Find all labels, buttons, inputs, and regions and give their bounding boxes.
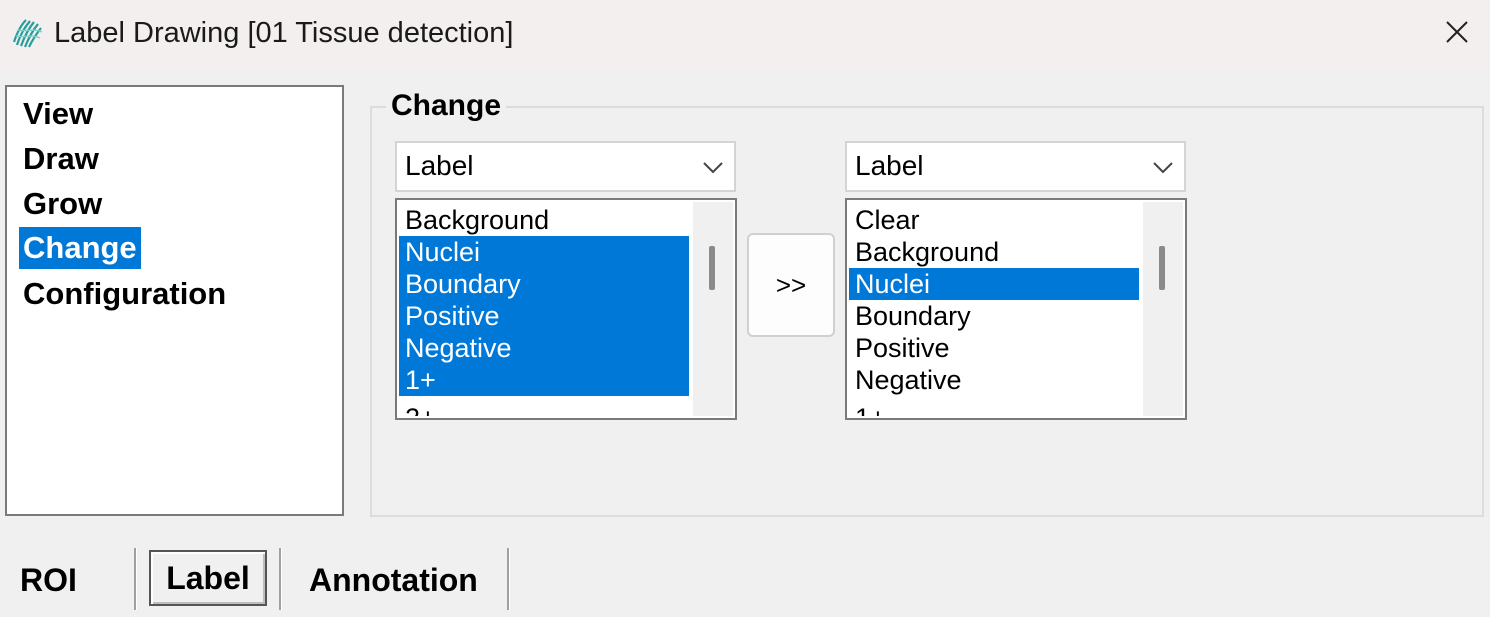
section-list[interactable]: View Draw Grow Change Configuration xyxy=(5,85,344,516)
list-item[interactable]: Background xyxy=(399,204,689,236)
source-label-list[interactable]: Background Nuclei Boundary Positive Nega… xyxy=(395,198,737,420)
nav-item-view[interactable]: View xyxy=(19,93,97,135)
target-dropdown-value: Label xyxy=(855,150,924,181)
tab-separator xyxy=(134,548,136,610)
window-title: Label Drawing [01 Tissue detection] xyxy=(54,17,514,49)
title-bar: Label Drawing [01 Tissue detection] xyxy=(0,0,1490,68)
list-item[interactable]: Boundary xyxy=(849,300,1139,332)
tab-separator xyxy=(279,548,281,610)
list-item[interactable]: Boundary xyxy=(399,268,689,300)
source-list-scrollbar[interactable] xyxy=(693,202,733,416)
list-item[interactable]: 1+ xyxy=(849,402,1139,416)
nav-item-configuration[interactable]: Configuration xyxy=(19,273,230,315)
list-item[interactable]: Negative xyxy=(849,364,1139,396)
target-list-scrollbar[interactable] xyxy=(1143,202,1183,416)
list-item[interactable]: 2+ xyxy=(399,402,689,416)
list-item[interactable]: Background xyxy=(849,236,1139,268)
close-icon xyxy=(1446,21,1468,43)
list-item[interactable]: Nuclei xyxy=(849,268,1139,300)
nav-item-change[interactable]: Change xyxy=(19,227,141,269)
transfer-button[interactable]: >> xyxy=(747,233,835,337)
nav-item-grow[interactable]: Grow xyxy=(19,183,106,225)
close-button[interactable] xyxy=(1436,12,1478,52)
tab-separator xyxy=(507,548,509,610)
change-group-title: Change xyxy=(386,86,507,126)
list-item[interactable]: Negative xyxy=(399,332,689,364)
scroll-thumb[interactable] xyxy=(1159,246,1165,290)
source-dropdown-value: Label xyxy=(405,150,474,181)
tab-roi[interactable]: ROI xyxy=(20,560,77,600)
nav-item-draw[interactable]: Draw xyxy=(19,138,103,180)
target-label-dropdown[interactable]: Label xyxy=(845,141,1186,192)
list-item[interactable]: Positive xyxy=(849,332,1139,364)
list-item[interactable]: Nuclei xyxy=(399,236,689,268)
chevron-down-icon xyxy=(703,162,723,174)
list-item[interactable]: Clear xyxy=(849,204,1139,236)
app-logo-icon xyxy=(12,19,43,48)
tab-label[interactable]: Label xyxy=(149,550,267,606)
target-label-list[interactable]: Clear Background Nuclei Boundary Positiv… xyxy=(845,198,1187,420)
list-item[interactable]: Positive xyxy=(399,300,689,332)
list-item[interactable]: 1+ xyxy=(399,364,689,396)
tab-annotation[interactable]: Annotation xyxy=(309,560,478,600)
scroll-thumb[interactable] xyxy=(709,246,715,290)
source-label-dropdown[interactable]: Label xyxy=(395,141,736,192)
chevron-down-icon xyxy=(1153,162,1173,174)
